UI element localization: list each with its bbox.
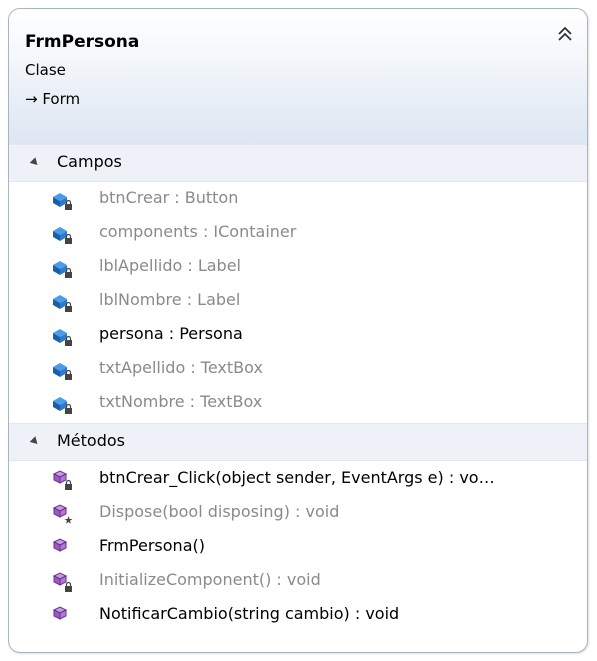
method-label: InitializeComponent() : void — [99, 570, 321, 589]
field-label: lblApellido : Label — [99, 256, 241, 275]
class-header[interactable]: FrmPersona Clase → Form — [9, 9, 587, 145]
field-item-btncrear[interactable]: btnCrear : Button — [9, 181, 587, 215]
class-name: FrmPersona — [25, 32, 140, 52]
class-diagram-shape[interactable]: FrmPersona Clase → Form Campos btnCrear … — [8, 8, 588, 653]
field-private-icon — [52, 294, 73, 313]
method-label: Dispose(bool disposing) : void — [99, 502, 340, 521]
method-private-icon — [53, 470, 72, 490]
section-fields-header[interactable]: Campos — [9, 144, 587, 182]
field-item-persona[interactable]: persona : Persona — [9, 317, 587, 351]
field-label: txtApellido : TextBox — [99, 358, 263, 377]
method-private-icon — [53, 572, 72, 592]
field-label: components : IContainer — [99, 222, 297, 241]
field-private-icon — [52, 260, 73, 279]
method-item-notificarcambio[interactable]: NotificarCambio(string cambio) : void — [9, 597, 587, 631]
field-item-txtnombre[interactable]: txtNombre : TextBox — [9, 385, 587, 419]
method-label: btnCrear_Click(object sender, EventArgs … — [99, 468, 495, 487]
class-kind: Clase — [25, 61, 66, 79]
method-public-icon — [53, 538, 67, 552]
field-private-icon — [52, 328, 73, 347]
expand-triangle-icon[interactable] — [29, 157, 41, 168]
method-item-initializecomponent[interactable]: InitializeComponent() : void — [9, 563, 587, 597]
method-label: NotificarCambio(string cambio) : void — [99, 604, 400, 623]
expand-triangle-icon[interactable] — [29, 436, 41, 447]
field-label: txtNombre : TextBox — [99, 392, 263, 411]
section-fields-label: Campos — [57, 152, 122, 171]
section-methods-label: Métodos — [57, 431, 125, 450]
method-item-frmpersona[interactable]: FrmPersona() — [9, 529, 587, 563]
section-methods-header[interactable]: Métodos — [9, 423, 587, 461]
field-label: btnCrear : Button — [99, 188, 239, 207]
class-base-type: → Form — [25, 90, 81, 108]
field-item-txtapellido[interactable]: txtApellido : TextBox — [9, 351, 587, 385]
method-public-icon — [53, 606, 67, 620]
field-private-icon — [52, 396, 73, 415]
field-private-icon — [52, 226, 73, 245]
field-private-icon — [52, 192, 73, 211]
method-protected-icon — [53, 504, 73, 524]
collapse-chevron-icon[interactable] — [557, 25, 573, 45]
field-private-icon — [52, 362, 73, 381]
field-item-components[interactable]: components : IContainer — [9, 215, 587, 249]
method-label: FrmPersona() — [99, 536, 205, 555]
method-item-btncrear-click[interactable]: btnCrear_Click(object sender, EventArgs … — [9, 461, 587, 495]
method-item-dispose[interactable]: Dispose(bool disposing) : void — [9, 495, 587, 529]
field-label: lblNombre : Label — [99, 290, 241, 309]
field-item-lblapellido[interactable]: lblApellido : Label — [9, 249, 587, 283]
field-label: persona : Persona — [99, 324, 243, 343]
field-item-lblnombre[interactable]: lblNombre : Label — [9, 283, 587, 317]
